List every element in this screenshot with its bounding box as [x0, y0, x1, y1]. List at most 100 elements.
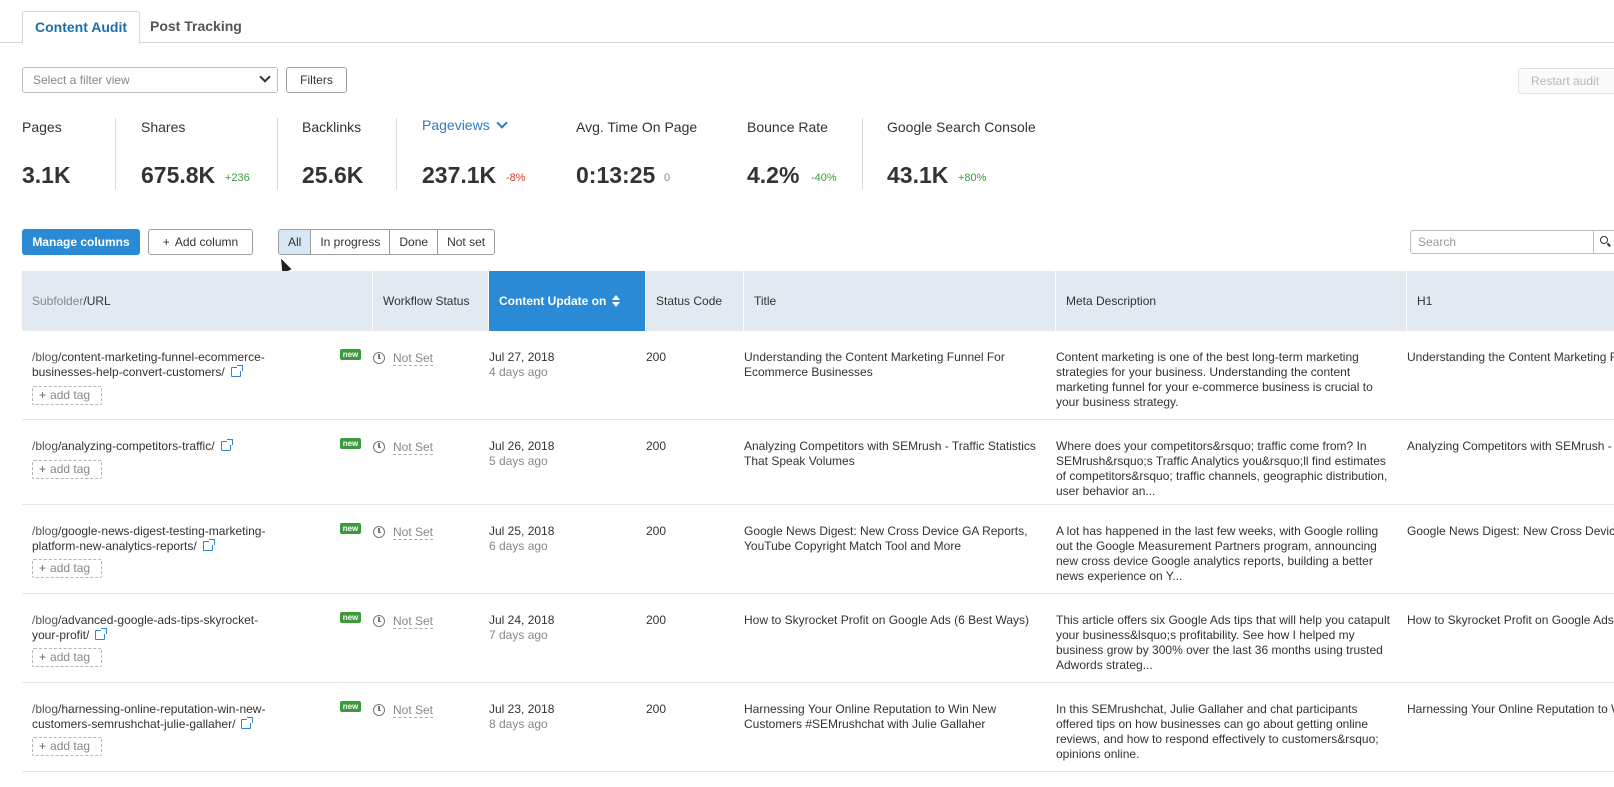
segment-not-set[interactable]: Not set — [438, 230, 495, 254]
column-header-h1[interactable]: H1 — [1407, 271, 1614, 331]
table-row: /blog/content-marketing-funnel-ecommerce… — [22, 331, 1614, 420]
new-badge: new — [340, 701, 361, 712]
tab-content-audit[interactable]: Content Audit — [22, 11, 141, 44]
table-row: /blog/harnessing-online-reputation-win-n… — [22, 683, 1614, 772]
filters-button[interactable]: Filters — [286, 67, 347, 93]
chevron-down-icon — [259, 71, 271, 83]
metric-label-pageviews[interactable]: Pageviews — [422, 117, 508, 133]
segment-done[interactable]: Done — [390, 230, 439, 254]
page-title-cell: Google News Digest: New Cross Device GA … — [744, 524, 1028, 553]
external-link-icon[interactable] — [241, 717, 254, 729]
add-column-button[interactable]: + Add column — [148, 229, 253, 255]
metric-divider — [277, 118, 278, 190]
metric-delta: -8% — [506, 172, 526, 184]
segment-in-progress[interactable]: In progress — [311, 230, 391, 254]
workflow-status: Not Set — [373, 524, 434, 540]
h1-cell: Google News Digest: New Cross Device GA … — [1407, 524, 1614, 538]
tab-bar: Content Audit Post Tracking — [0, 0, 1614, 44]
table-header: Subfolder/URL Workflow Status Content Up… — [22, 271, 1614, 331]
column-header-content-update[interactable]: Content Update on — [489, 271, 646, 331]
metric-delta: 0 — [664, 172, 671, 184]
external-link-icon[interactable] — [202, 539, 215, 551]
external-link-icon[interactable] — [220, 439, 233, 451]
page-title-cell: Understanding the Content Marketing Funn… — [744, 350, 1005, 379]
column-header-meta[interactable]: Meta Description — [1056, 271, 1407, 331]
new-badge: new — [340, 349, 361, 360]
manage-columns-button[interactable]: Manage columns — [22, 229, 140, 255]
clock-icon — [373, 526, 385, 538]
content-update-date: Jul 23, 2018 8 days ago — [489, 702, 555, 731]
status-code: 200 — [646, 350, 667, 364]
filter-view-placeholder: Select a filter view — [33, 73, 130, 87]
url-cell[interactable]: /blog/analyzing-competitors-traffic/ — [32, 439, 277, 454]
workflow-status-link[interactable]: Not Set — [393, 703, 434, 718]
new-badge: new — [340, 438, 361, 449]
meta-description-cell: This article offers six Google Ads tips … — [1056, 613, 1390, 672]
plus-icon: + — [39, 388, 47, 402]
url-cell[interactable]: /blog/google-news-digest-testing-marketi… — [32, 524, 277, 554]
workflow-status-link[interactable]: Not Set — [393, 440, 434, 455]
plus-icon: + — [39, 462, 47, 476]
metric-value: 43.1K — [887, 162, 949, 188]
metric-delta: +236 — [225, 172, 250, 184]
add-tag-button[interactable]: + add tag — [32, 559, 102, 578]
metric-value: 25.6K — [302, 162, 364, 188]
h1-cell: How to Skyrocket Profit on Google Ads (6… — [1407, 613, 1614, 627]
workflow-status-link[interactable]: Not Set — [393, 614, 434, 629]
column-header-workflow[interactable]: Workflow Status — [373, 271, 489, 331]
add-tag-button[interactable]: + add tag — [32, 648, 102, 667]
workflow-status: Not Set — [373, 439, 434, 455]
metric-value: 0:13:25 — [576, 162, 656, 188]
add-tag-button[interactable]: + add tag — [32, 386, 102, 405]
workflow-status: Not Set — [373, 350, 434, 366]
status-filter-group: All In progress Done Not set — [278, 229, 496, 255]
metric-label: Google Search Console — [887, 119, 1036, 135]
workflow-status-link[interactable]: Not Set — [393, 525, 434, 540]
column-header-status-code[interactable]: Status Code — [646, 271, 744, 331]
url-cell[interactable]: /blog/advanced-google-ads-tips-skyrocket… — [32, 613, 277, 643]
content-update-date: Jul 25, 2018 6 days ago — [489, 524, 555, 553]
clock-icon — [373, 352, 385, 364]
url-cell[interactable]: /blog/content-marketing-funnel-ecommerce… — [32, 350, 277, 380]
metric-delta: +80% — [958, 172, 987, 184]
page-title-cell: How to Skyrocket Profit on Google Ads (6… — [744, 613, 1029, 627]
column-header-title[interactable]: Title — [744, 271, 1056, 331]
h1-cell: Analyzing Competitors with SEMrush - Tra… — [1407, 439, 1614, 453]
metric-divider — [396, 118, 397, 190]
tab-post-tracking[interactable]: Post Tracking — [138, 11, 254, 44]
add-tag-button[interactable]: + add tag — [32, 460, 102, 479]
search-button[interactable] — [1594, 230, 1614, 254]
meta-description-cell: Where does your competitors&rsquo; traff… — [1056, 439, 1388, 498]
metric-delta: -40% — [811, 172, 837, 184]
metric-value: 4.2% — [747, 162, 800, 188]
status-code: 200 — [646, 702, 667, 716]
column-header-url[interactable]: Subfolder/URL — [22, 271, 373, 331]
content-update-date: Jul 26, 2018 5 days ago — [489, 439, 555, 468]
metric-divider — [862, 118, 863, 190]
status-code: 200 — [646, 613, 667, 627]
add-tag-button[interactable]: + add tag — [32, 737, 102, 756]
chevron-down-icon — [496, 117, 508, 129]
workflow-status-link[interactable]: Not Set — [393, 351, 434, 366]
external-link-icon[interactable] — [230, 365, 243, 377]
search-input[interactable]: Search — [1410, 230, 1594, 254]
external-link-icon[interactable] — [95, 628, 108, 640]
h1-cell: Understanding the Content Marketing Funn… — [1407, 350, 1614, 364]
clock-icon — [373, 615, 385, 627]
clock-icon — [373, 704, 385, 716]
metric-divider — [115, 118, 116, 190]
new-badge: new — [340, 523, 361, 534]
metric-label: Pages — [22, 119, 62, 135]
filter-view-select[interactable]: Select a filter view — [22, 67, 278, 93]
metric-label: Pageviews — [422, 117, 490, 133]
url-cell[interactable]: /blog/harnessing-online-reputation-win-n… — [32, 702, 277, 732]
plus-icon: + — [162, 235, 170, 249]
new-badge: new — [340, 612, 361, 623]
content-update-date: Jul 27, 2018 4 days ago — [489, 350, 555, 379]
segment-all[interactable]: All — [279, 230, 312, 254]
status-code: 200 — [646, 524, 667, 538]
clock-icon — [373, 441, 385, 453]
h1-cell: Harnessing Your Online Reputation to Win… — [1407, 702, 1614, 716]
restart-audit-button[interactable]: Restart audit — [1518, 68, 1614, 94]
meta-description-cell: A lot has happened in the last few weeks… — [1056, 524, 1379, 583]
